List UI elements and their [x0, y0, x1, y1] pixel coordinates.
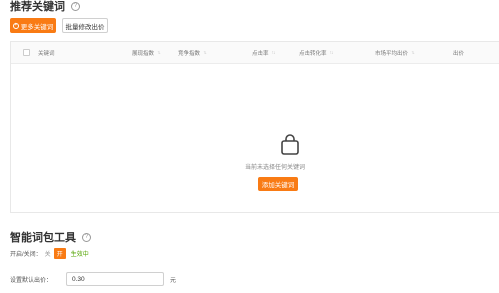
smart-title: 智能词包工具 ?: [10, 229, 91, 245]
switch-on-option[interactable]: 开: [53, 248, 66, 259]
col-cvr[interactable]: 点击转化率 ↑↓: [299, 49, 334, 57]
col-ctr-label: 点击率: [252, 51, 269, 57]
help-icon[interactable]: ?: [82, 232, 91, 242]
default-bid-input[interactable]: 0.30: [66, 272, 165, 286]
bid-unit: 元: [170, 277, 177, 284]
switch-off-option[interactable]: 关: [45, 249, 51, 258]
col-keyword-label: 关键词: [38, 51, 55, 57]
recommend-title-text: 推荐关键词: [10, 1, 65, 13]
add-keyword-button[interactable]: 添加关键词: [258, 177, 298, 191]
col-ctr[interactable]: 点击率 ↑↓: [252, 49, 276, 57]
default-bid-row: 设置默认出价： 0.30 元: [10, 272, 176, 286]
batch-bid-label: 批量修改出价: [65, 23, 105, 31]
sort-icon[interactable]: ↑↓: [330, 50, 334, 56]
col-bid: 出价: [453, 49, 464, 57]
default-bid-label: 设置默认出价：: [10, 277, 53, 284]
empty-state: 当前未选择任何关键词 添加关键词: [11, 64, 499, 214]
sort-icon[interactable]: ↑↓: [157, 50, 161, 56]
col-competition-label: 竞争指数: [178, 51, 201, 57]
sort-icon[interactable]: ↑↓: [272, 50, 276, 56]
col-impression-index[interactable]: 展现指数 ↑↓: [132, 49, 161, 57]
col-cvr-label: 点击转化率: [299, 51, 327, 57]
select-all-checkbox[interactable]: [23, 49, 30, 56]
smart-title-text: 智能词包工具: [10, 232, 76, 244]
col-bid-label: 出价: [453, 51, 465, 57]
smart-switch-row: 开启/关闭： 关 开 生效中: [10, 248, 89, 259]
shopping-bag-icon: [281, 134, 299, 155]
add-keyword-label: 添加关键词: [261, 182, 295, 189]
col-keyword: 关键词: [38, 49, 55, 57]
keyword-table: 关键词 展现指数 ↑↓ 竞争指数 ↑↓ 点击率 ↑↓ 点击转化率 ↑↓ 市场平均…: [10, 41, 499, 213]
switch-label: 开启/关闭：: [10, 252, 42, 258]
col-impression-label: 展现指数: [132, 51, 155, 57]
batch-bid-button[interactable]: 批量修改出价: [62, 18, 108, 33]
table-header: 关键词 展现指数 ↑↓ 竞争指数 ↑↓ 点击率 ↑↓ 点击转化率 ↑↓ 市场平均…: [11, 42, 499, 64]
more-keywords-button[interactable]: + 更多关键词: [10, 18, 56, 33]
sort-icon[interactable]: ↑↓: [411, 50, 415, 56]
more-keywords-label: 更多关键词: [20, 23, 54, 31]
default-bid-value: 0.30: [72, 275, 85, 283]
recommend-title: 推荐关键词 ?: [10, 0, 80, 14]
sort-icon[interactable]: ↑↓: [203, 50, 207, 56]
empty-state-text: 当前未选择任何关键词: [244, 165, 305, 171]
col-market-avg-label: 市场平均出价: [375, 51, 409, 57]
status-text: 生效中: [70, 252, 89, 258]
plus-circle-icon: +: [12, 22, 19, 29]
col-competition-index[interactable]: 竞争指数 ↑↓: [178, 49, 207, 57]
col-market-avg-bid[interactable]: 市场平均出价 ↑↓: [375, 49, 415, 57]
help-icon[interactable]: ?: [71, 1, 80, 11]
